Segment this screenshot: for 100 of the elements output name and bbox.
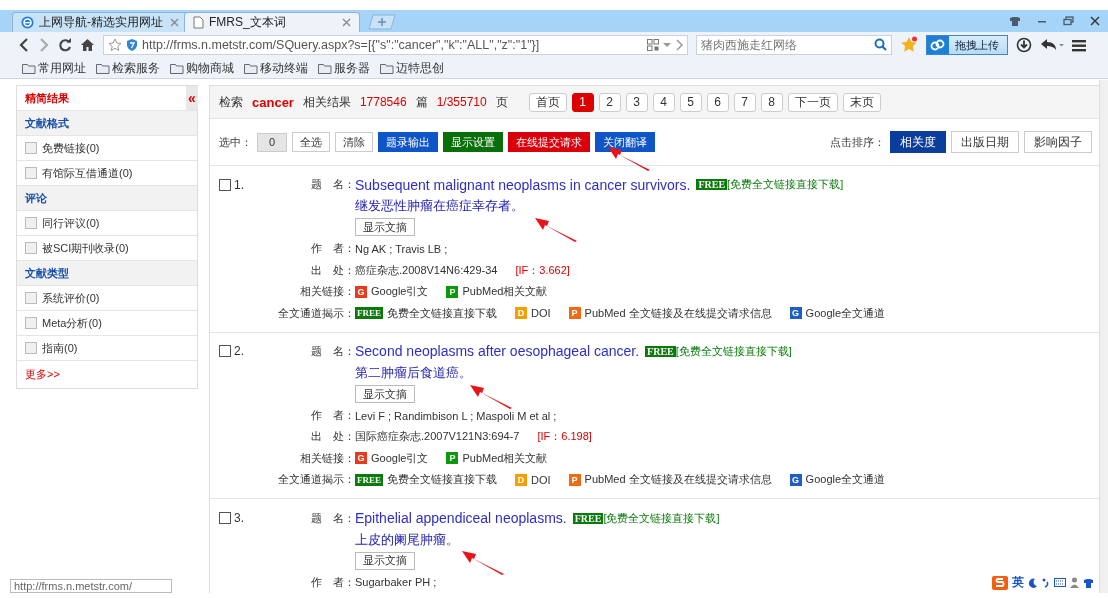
- address-bar[interactable]: http://frms.n.metstr.com/SQuery.aspx?s=[{"s":"cancer","k":"ALL","z":"1"}]: [103, 35, 688, 55]
- toolbar-button[interactable]: 全选: [292, 132, 330, 152]
- resource-link[interactable]: FREE 免费全文链接直接下载: [355, 472, 497, 488]
- checkbox[interactable]: [25, 217, 37, 229]
- resource-link[interactable]: G Google全文通道: [789, 305, 886, 321]
- translated-title[interactable]: 上皮的阑尾肿瘤。: [355, 530, 459, 549]
- checkbox[interactable]: [25, 167, 37, 179]
- resource-link[interactable]: G Google引文: [355, 450, 429, 466]
- dropdown-icon[interactable]: [663, 42, 671, 48]
- toolbar-button[interactable]: 在线提交请求: [508, 132, 590, 152]
- upload-button[interactable]: 拖拽上传: [926, 35, 1008, 55]
- bookmark-item[interactable]: 服务器: [318, 59, 370, 77]
- restore-icon[interactable]: [1063, 16, 1074, 26]
- page-button[interactable]: 末页: [842, 92, 881, 112]
- checkbox[interactable]: [25, 242, 37, 254]
- abstract-button[interactable]: 显示文摘: [355, 385, 415, 404]
- checkbox[interactable]: [25, 342, 37, 354]
- translated-title[interactable]: 第二肿瘤后食道癌。: [355, 363, 472, 382]
- search-icon[interactable]: [874, 38, 887, 51]
- resource-link[interactable]: P PubMed 全文链接及在线提交请求信息: [568, 472, 772, 488]
- resource-link[interactable]: D DOI: [515, 307, 551, 320]
- menu-icon[interactable]: [1072, 38, 1086, 52]
- page-button[interactable]: 4: [652, 92, 675, 112]
- bookmark-item[interactable]: 检索服务: [96, 59, 160, 77]
- page-button[interactable]: 5: [679, 92, 702, 112]
- filter-label[interactable]: 有馆际互借通道(0): [42, 165, 133, 181]
- ime-logo-icon[interactable]: [992, 575, 1008, 590]
- cloud-icon: [930, 39, 946, 51]
- page-button[interactable]: 下一页: [787, 92, 838, 112]
- summary-label: 篇: [415, 93, 428, 111]
- record-title[interactable]: Subsequent malignant neoplasms in cancer survivors.: [355, 176, 691, 193]
- star-icon[interactable]: [108, 38, 122, 52]
- record-title[interactable]: Second neoplasms after oesophageal cancer.: [355, 343, 640, 360]
- reply-icon[interactable]: [1040, 38, 1064, 52]
- checkbox[interactable]: [25, 317, 37, 329]
- sort-button[interactable]: 出版日期: [951, 131, 1019, 153]
- page-button[interactable]: 8: [760, 92, 783, 112]
- checkbox[interactable]: [219, 345, 231, 358]
- resource-link[interactable]: P PubMed相关文献: [446, 284, 548, 300]
- sort-button[interactable]: 影响因子: [1024, 131, 1092, 153]
- filter-label[interactable]: 系统评价(0): [42, 290, 100, 306]
- back-icon[interactable]: [18, 38, 30, 52]
- abstract-button[interactable]: 显示文摘: [355, 551, 415, 570]
- bookmark-item[interactable]: 移动终端: [244, 59, 308, 77]
- filter-label[interactable]: 指南(0): [42, 340, 78, 356]
- punctuation-icon[interactable]: [1042, 577, 1050, 588]
- abstract-button[interactable]: 显示文摘: [355, 218, 415, 237]
- bookmark-item[interactable]: 常用网址: [22, 59, 86, 77]
- download-link[interactable]: [免费全文链接直接下载]: [727, 177, 844, 193]
- toolbar-button[interactable]: 关闭翻译: [595, 132, 655, 152]
- page-button[interactable]: 首页: [528, 92, 567, 112]
- star-icon[interactable]: [900, 36, 918, 54]
- search-field[interactable]: 猪肉西施走红网络: [696, 35, 892, 55]
- shirt-icon[interactable]: [1083, 577, 1094, 588]
- home-icon[interactable]: [80, 38, 95, 52]
- user-icon[interactable]: [1070, 577, 1079, 588]
- bookmark-item[interactable]: 迈特思创: [380, 59, 444, 77]
- toolbar-button[interactable]: 题录输出: [378, 132, 438, 152]
- checkbox[interactable]: [25, 142, 37, 154]
- filter-label[interactable]: 被SCI期刊收录(0): [42, 240, 129, 256]
- checkbox[interactable]: [25, 292, 37, 304]
- resource-link[interactable]: P PubMed相关文献: [446, 450, 548, 466]
- download-link[interactable]: [免费全文链接直接下载]: [675, 343, 792, 359]
- field-label: 出 处：: [310, 262, 355, 278]
- shirt-icon[interactable]: [1009, 16, 1021, 26]
- collapse-button[interactable]: «: [186, 86, 198, 110]
- checkbox[interactable]: [219, 512, 231, 525]
- keyboard-icon[interactable]: [1054, 578, 1066, 587]
- input-mode[interactable]: 英: [1012, 574, 1024, 591]
- qr-code-icon[interactable]: [647, 39, 659, 51]
- resource-link[interactable]: FREE 免费全文链接直接下载: [355, 305, 497, 321]
- page-button[interactable]: 2: [598, 92, 621, 112]
- more-link[interactable]: 更多>>: [17, 361, 197, 388]
- resource-link[interactable]: D DOI: [515, 473, 551, 486]
- scrollbar[interactable]: [1099, 80, 1108, 593]
- page-button[interactable]: 6: [706, 92, 729, 112]
- translated-title[interactable]: 继发恶性肿瘤在癌症幸存者。: [355, 197, 524, 216]
- resource-link[interactable]: P PubMed 全文链接及在线提交请求信息: [568, 305, 772, 321]
- record-title[interactable]: Epithelial appendiceal neoplasms.: [355, 510, 567, 527]
- resource-link[interactable]: G Google引文: [355, 284, 429, 300]
- reload-icon[interactable]: [58, 38, 72, 52]
- chevron-icon[interactable]: [675, 39, 683, 51]
- filter-label[interactable]: Meta分析(0): [42, 315, 102, 331]
- page-button[interactable]: 7: [733, 92, 756, 112]
- filter-label[interactable]: 免费链接(0): [42, 140, 100, 156]
- toolbar-button[interactable]: 清除: [335, 132, 373, 152]
- download-link[interactable]: [免费全文链接直接下载]: [603, 510, 720, 526]
- resource-link[interactable]: G Google全文通道: [789, 472, 886, 488]
- moon-icon[interactable]: [1028, 577, 1038, 588]
- browser-tab[interactable]: FMRS_文本词: [184, 12, 360, 32]
- bookmark-item[interactable]: 购物商城: [170, 59, 234, 77]
- free-badge: FREE: [572, 512, 604, 524]
- page-button[interactable]: 1: [571, 92, 594, 112]
- checkbox[interactable]: [219, 178, 231, 191]
- filter-label[interactable]: 同行评议(0): [42, 215, 100, 231]
- toolbar-button[interactable]: 显示设置: [443, 132, 503, 152]
- download-icon[interactable]: [1016, 37, 1032, 53]
- close-icon[interactable]: [1090, 16, 1100, 26]
- page-button[interactable]: 3: [625, 92, 648, 112]
- sort-button[interactable]: 相关度: [890, 131, 946, 153]
